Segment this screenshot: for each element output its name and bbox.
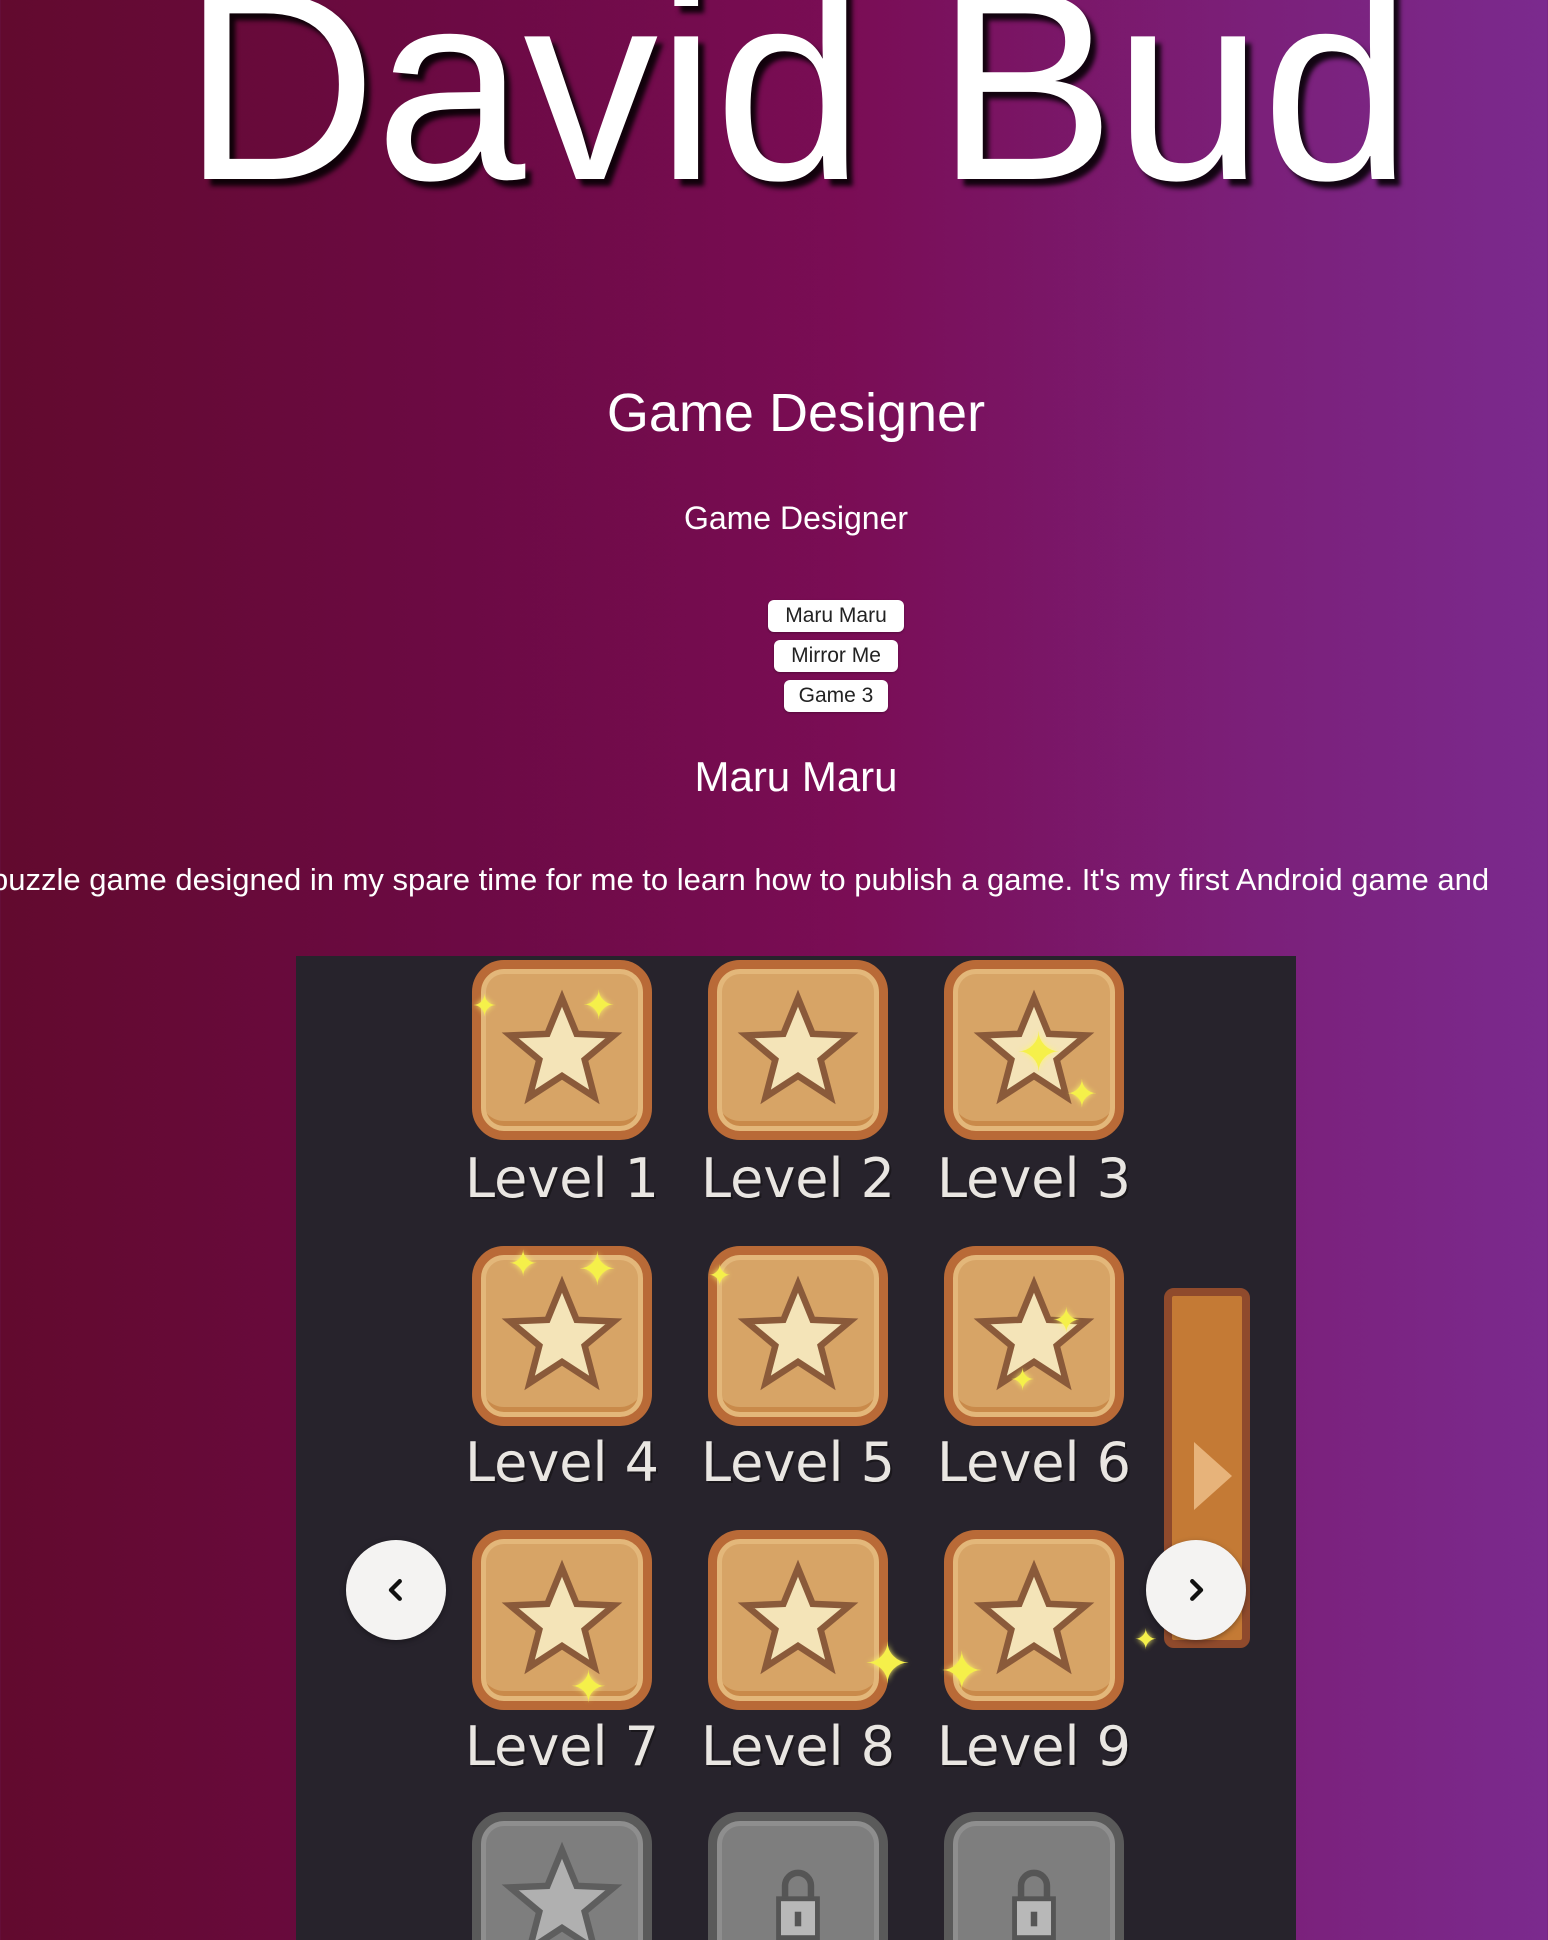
star-icon [737, 1559, 859, 1675]
level-label: Level 3 [936, 1147, 1132, 1210]
sparkle-icon: ✦ [570, 1663, 607, 1712]
star-icon [501, 1275, 623, 1391]
sparkle-icon: ✦ [472, 990, 498, 1023]
game-button-mirror-me[interactable]: Mirror Me [774, 640, 898, 672]
star-icon [501, 989, 623, 1105]
sparkle-icon: ✦ [1016, 1023, 1062, 1083]
level-tile-2 [708, 960, 888, 1140]
sparkle-icon: ✦ [1066, 1074, 1098, 1116]
arrow-right-icon [1194, 1442, 1232, 1510]
level-tile-4 [472, 1246, 652, 1426]
level-tile-8 [708, 1530, 888, 1710]
game-description: puzzle game designed in my spare time fo… [0, 862, 1490, 897]
game-title: Maru Maru [694, 753, 898, 800]
sparkle-icon: ✦ [1010, 1364, 1036, 1397]
sparkle-icon: ✦ [582, 984, 616, 1028]
level-label: Level 2 [700, 1147, 896, 1210]
level-tile-6 [944, 1246, 1124, 1426]
level-label: Level 9 [936, 1715, 1132, 1778]
level-tile-locked [472, 1812, 652, 1940]
level-tile-locked [944, 1812, 1124, 1940]
lock-icon [776, 1869, 820, 1940]
level-tile-7 [472, 1530, 652, 1710]
sparkle-icon: ✦ [708, 1260, 732, 1291]
level-label: Level 5 [700, 1431, 896, 1494]
role-heading: Game Designer [606, 383, 986, 443]
game-button-maru-maru[interactable]: Maru Maru [768, 600, 904, 632]
level-tile-locked [708, 1812, 888, 1940]
sparkle-icon: ✦ [940, 1643, 984, 1701]
game-button-game-3[interactable]: Game 3 [784, 680, 888, 712]
chevron-right-icon [1190, 1579, 1204, 1601]
lock-icon [1012, 1869, 1056, 1940]
sparkle-icon: ✦ [1134, 1624, 1158, 1655]
site-title: David Bud [182, 0, 1412, 237]
level-label: Level 8 [700, 1715, 896, 1778]
sparkle-icon: ✦ [578, 1243, 617, 1295]
sparkle-icon: ✦ [508, 1243, 539, 1284]
sparkle-icon: ✦ [864, 1632, 911, 1695]
level-label: Level 4 [464, 1431, 660, 1494]
level-label: Level 7 [464, 1715, 660, 1778]
level-tile-1 [472, 960, 652, 1140]
star-icon [501, 1841, 623, 1940]
star-icon [501, 1559, 623, 1675]
carousel-next-button[interactable] [1146, 1540, 1246, 1640]
level-label: Level 6 [936, 1431, 1132, 1494]
carousel-prev-button[interactable] [346, 1540, 446, 1640]
screenshot-carousel[interactable]: Level 1 Level 2 Level 3 Level 4 Level 5 … [296, 956, 1296, 1940]
role-subheading: Game Designer [683, 500, 909, 536]
level-label: Level 1 [464, 1147, 660, 1210]
sparkle-icon: ✦ [1052, 1302, 1081, 1340]
star-icon [737, 989, 859, 1105]
chevron-left-icon [388, 1579, 402, 1601]
level-tile-5 [708, 1246, 888, 1426]
star-icon [737, 1275, 859, 1391]
